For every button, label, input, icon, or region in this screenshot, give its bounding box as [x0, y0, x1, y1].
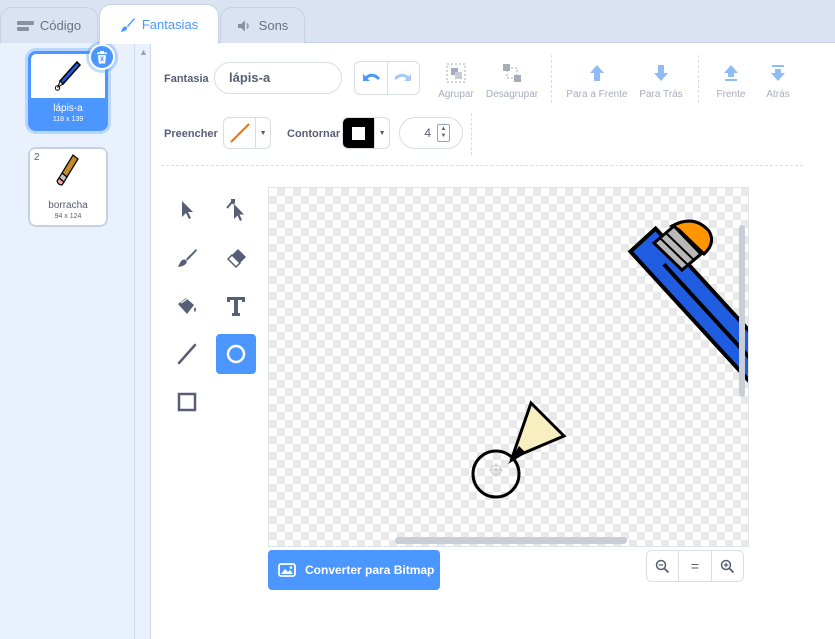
- ungroup-label: Desagrupar: [485, 89, 539, 100]
- group-button[interactable]: Agrupar: [435, 61, 477, 100]
- paintbrush-icon: [120, 17, 135, 32]
- convert-to-bitmap-label: Converter para Bitmap: [305, 563, 435, 577]
- costume-item-1[interactable]: 1 lápis-a 118 x 139: [28, 44, 115, 131]
- tab-code-label: Código: [39, 18, 82, 33]
- front-label: Frente: [716, 89, 746, 100]
- line-tool[interactable]: [167, 334, 207, 374]
- paint-editor: Fantasia lápis-a Agrupar Desagrupar Para…: [151, 43, 835, 639]
- circle-icon: [226, 344, 246, 364]
- costume-size: 94 x 124: [54, 213, 82, 220]
- tab-sounds-label: Sons: [258, 18, 289, 33]
- pencil-drawing: [471, 219, 748, 499]
- costume-number: 1: [35, 57, 41, 68]
- line-icon: [177, 343, 197, 365]
- code-blocks-icon: [16, 20, 34, 31]
- text-tool[interactable]: [216, 286, 256, 326]
- circle-tool[interactable]: [216, 334, 256, 374]
- send-to-back-icon: [771, 65, 785, 81]
- forward-label: Para a Frente: [566, 89, 628, 100]
- front-button[interactable]: Frente: [709, 61, 753, 100]
- arrow-down-icon: [654, 65, 668, 81]
- arrow-pointer-icon: [182, 201, 193, 219]
- toolbar-divider: [698, 55, 699, 103]
- group-icon: [446, 63, 466, 83]
- fill-color-picker[interactable]: ▼: [223, 117, 271, 149]
- fill-swatch: [224, 118, 255, 148]
- bring-to-front-icon: [724, 65, 738, 81]
- backward-button[interactable]: Para Trás: [635, 61, 687, 100]
- speaker-icon: [237, 20, 249, 31]
- image-icon: [278, 563, 296, 577]
- tab-costumes[interactable]: Fantasias: [99, 4, 219, 44]
- paintbrush-icon: [178, 249, 197, 267]
- toolbar-divider: [471, 113, 472, 155]
- reshape-tool[interactable]: [216, 190, 256, 230]
- toolbar-divider: [551, 55, 552, 103]
- costume-name-input[interactable]: lápis-a: [214, 62, 342, 94]
- costume-number: 2: [34, 152, 40, 163]
- tab-costumes-label: Fantasias: [141, 17, 199, 32]
- fill-tool[interactable]: [167, 286, 207, 326]
- tab-bar: Código Fantasias Sons: [0, 0, 835, 44]
- reshape-pointer-icon: [226, 199, 244, 221]
- zoom-reset-button[interactable]: =: [678, 551, 710, 581]
- costume-name: lápis-a: [53, 103, 83, 114]
- zoom-in-icon: [720, 559, 734, 573]
- backward-label: Para Trás: [639, 89, 683, 100]
- canvas-vertical-scrollbar[interactable]: [739, 225, 745, 397]
- costume-item-2[interactable]: 2 borracha 94 x 124: [28, 147, 108, 227]
- costume-name: borracha: [48, 200, 88, 211]
- back-button[interactable]: Atrás: [756, 61, 800, 100]
- outline-swatch: [343, 118, 375, 148]
- eraser-icon: [226, 249, 246, 269]
- equals-icon: =: [690, 558, 700, 574]
- tab-sounds[interactable]: Sons: [220, 7, 305, 43]
- redo-button[interactable]: [386, 62, 420, 94]
- zoom-out-icon: [655, 559, 670, 573]
- text-t-icon: [227, 297, 245, 316]
- ungroup-icon: [503, 64, 521, 82]
- arrow-up-icon: [590, 65, 604, 81]
- rectangle-icon: [177, 392, 197, 412]
- undo-button[interactable]: [355, 62, 387, 94]
- costume-size: 118 x 139: [52, 116, 84, 123]
- chevron-down-icon: ▼: [374, 118, 389, 148]
- costume-name-label: Fantasia: [164, 73, 209, 85]
- delete-costume-button[interactable]: [89, 44, 115, 70]
- tab-code[interactable]: Código: [0, 7, 98, 43]
- back-label: Atrás: [766, 89, 790, 100]
- canvas-horizontal-scrollbar[interactable]: [395, 537, 627, 544]
- outline-label: Contornar: [287, 128, 341, 140]
- toolbar-separator: [161, 165, 803, 166]
- undo-redo-group: [354, 61, 420, 95]
- convert-to-bitmap-button[interactable]: Converter para Bitmap: [268, 550, 440, 590]
- zoom-in-button[interactable]: [710, 551, 743, 581]
- zoom-out-button[interactable]: [647, 551, 678, 581]
- undo-icon: [362, 73, 380, 81]
- costume-thumbnail: [30, 149, 106, 193]
- redo-icon: [394, 73, 412, 81]
- drawing-canvas[interactable]: [268, 187, 749, 547]
- outline-width-stepper[interactable]: ▲ ▼: [437, 124, 450, 142]
- group-label: Agrupar: [438, 89, 474, 100]
- trash-icon: [97, 50, 107, 63]
- select-tool[interactable]: [167, 190, 207, 230]
- brush-tool[interactable]: [167, 238, 207, 278]
- zoom-controls: =: [646, 550, 744, 582]
- outline-width-input[interactable]: 4 ▲ ▼: [399, 117, 463, 149]
- ungroup-button[interactable]: Desagrupar: [482, 61, 542, 100]
- outline-color-picker[interactable]: ▼: [342, 117, 390, 149]
- costume-list: 1 lápis-a 118 x 139 2 borracha 94 x 124: [0, 43, 135, 639]
- paint-bucket-icon: [178, 298, 196, 314]
- forward-button[interactable]: Para a Frente: [562, 61, 632, 100]
- rectangle-tool[interactable]: [167, 382, 207, 422]
- outline-width-value: 4: [424, 126, 431, 140]
- costume-list-scrollbar[interactable]: ▲: [135, 43, 151, 639]
- scroll-up-icon[interactable]: ▲: [139, 47, 148, 57]
- fill-label: Preencher: [164, 128, 218, 140]
- eraser-tool[interactable]: [216, 238, 256, 278]
- chevron-down-icon: ▼: [255, 118, 270, 148]
